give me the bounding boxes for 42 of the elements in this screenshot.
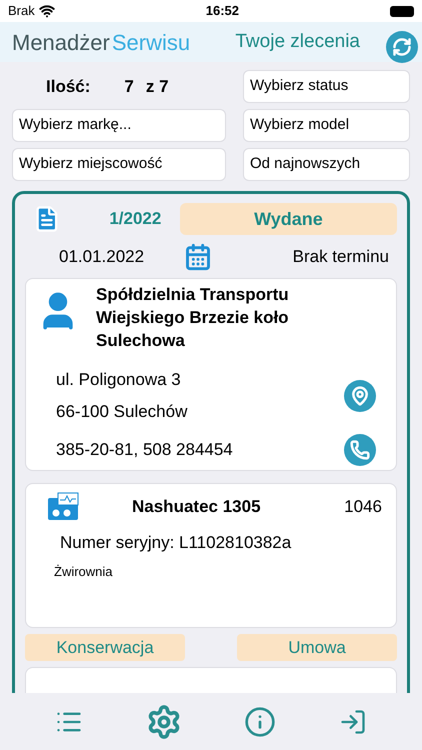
count-value: 7 [124,76,134,98]
sort-select[interactable]: Od najnowszych [243,148,410,181]
brand-select[interactable]: Wybierz markę... [12,109,226,142]
machine-gears-icon [48,492,80,522]
service-type-badge: Konserwacja [25,634,185,661]
map-pin-icon [350,386,370,406]
calendar-icon [184,243,212,271]
phone-icon [350,440,370,460]
logout-icon[interactable] [338,708,367,736]
wifi-icon [38,3,55,19]
contract-badge: Umowa [237,634,397,661]
status-badge: Wydane [180,203,397,235]
page-title: Twoje zlecenia [235,30,360,54]
app-logo: MenadżerSerwisu [12,28,190,56]
refresh-icon [392,37,412,57]
device-location: Żwirownia [54,562,114,580]
device-code: 1046 [344,496,382,518]
street-text: ul. Poligonowa 3 [56,369,182,391]
map-pin-button[interactable] [344,380,376,412]
model-select[interactable]: Wybierz model [243,109,410,142]
client-card[interactable]: Spółdzielnia Transportu Wiejskiego Brzezie koło Sulechowa ul. Poligonowa 3 66-100 Sulechów 385-20-81, 508 284454 [25,278,397,471]
phone-button[interactable] [344,434,376,466]
client-name: Spółdzielnia Transportu Wiejskiego Brzezie koło Sulechowa [96,284,290,352]
city-text: 66-100 Sulechów [56,401,188,423]
count-total: z 7 [146,76,169,98]
serial-number: Numer seryjny: L1102810382a [60,532,292,554]
device-model: Nashuatec 1305 [132,496,261,518]
refresh-button[interactable] [386,31,418,63]
order-card[interactable] [12,191,410,693]
info-icon[interactable] [244,706,276,738]
deadline-label: Brak terminu [292,246,389,268]
phone-text: 385-20-81, 508 284454 [56,439,233,462]
device-card[interactable]: Nashuatec 1305 1046 Numer seryjny: L1102810382a Żwirownia [25,483,397,628]
settings-icon[interactable] [146,704,182,740]
order-date: 01.01.2022 [59,246,144,268]
clock: 16:52 [206,2,239,20]
battery-icon [390,6,414,16]
carrier-label: Brak [8,2,35,20]
count-label: Ilość: [46,76,90,98]
city-select[interactable]: Wybierz miejscowość [12,148,226,181]
order-number: 1/2022 [108,208,162,230]
status-select[interactable]: Wybierz status [243,70,410,103]
